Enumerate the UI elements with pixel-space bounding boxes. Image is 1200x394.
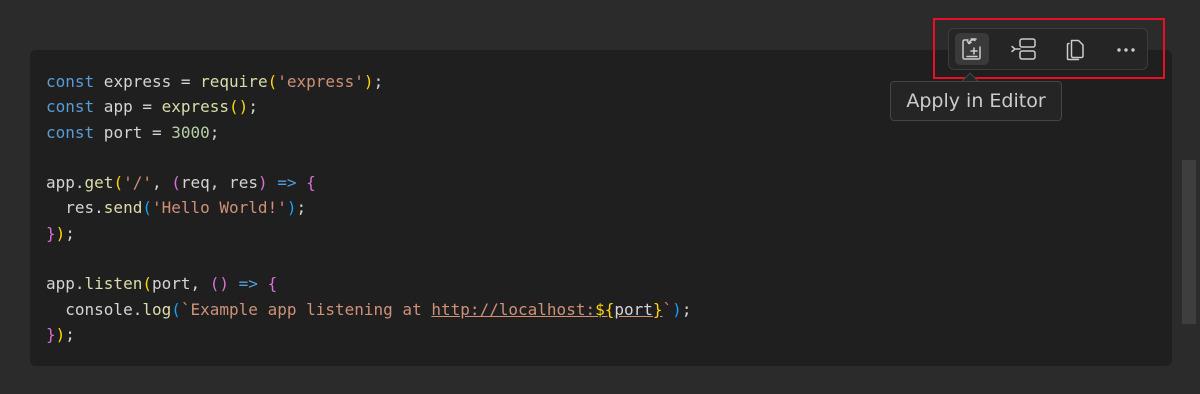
code-token: (	[142, 198, 152, 218]
code-line: const port = 3000;	[46, 120, 691, 145]
code-token: `	[662, 299, 673, 319]
code-token: ;	[373, 72, 384, 91]
apply-in-editor-icon	[962, 38, 981, 60]
code-line: const express = require('express');	[46, 69, 691, 94]
code-token: app.	[46, 274, 85, 294]
code-token: )	[363, 72, 374, 91]
ellipsis-icon	[1117, 48, 1135, 52]
code-token[interactable]: http://localhost:	[431, 300, 595, 319]
code-line: app.get('/', (req, res) => {	[46, 170, 691, 195]
vertical-scrollbar[interactable]	[1182, 160, 1196, 324]
apply-in-editor-tooltip: Apply in Editor	[890, 81, 1062, 121]
apply-in-editor-button[interactable]	[955, 33, 989, 65]
code-line: const app = express();	[46, 94, 691, 119]
code-token: (	[171, 299, 181, 319]
code-token: =>	[277, 173, 297, 193]
chat-code-block-view: const express = require('express'); const…	[0, 0, 1200, 394]
code-token: )	[55, 223, 66, 243]
code-token: get	[84, 173, 114, 193]
code-token: ;	[65, 324, 75, 344]
code-token: const	[46, 72, 95, 91]
copy-button[interactable]	[1059, 33, 1093, 65]
code-token: const	[46, 97, 95, 117]
code-line: app.listen(port, () => {	[46, 271, 691, 296]
code-token: (	[171, 173, 181, 193]
code-token: )	[55, 324, 66, 344]
code-token: port =	[94, 122, 172, 142]
code-token: 3000	[171, 122, 210, 142]
code-token: port,	[151, 274, 210, 294]
code-token: express =	[94, 72, 201, 91]
code-token: ;	[248, 97, 258, 117]
code-token: require	[200, 72, 268, 91]
code-block-toolbar	[948, 28, 1148, 70]
code-token: )	[257, 173, 268, 193]
code-token: log	[142, 299, 172, 319]
insert-at-cursor-button[interactable]	[1007, 33, 1041, 65]
code-line: });	[46, 221, 691, 246]
code-content[interactable]: const express = require('express'); const…	[46, 69, 691, 347]
code-token: 'express'	[277, 72, 364, 91]
code-token: `Example app listening at	[180, 299, 432, 319]
code-token: }	[46, 223, 56, 243]
code-token: )	[672, 299, 682, 319]
code-token: ()	[229, 97, 249, 117]
code-token: }	[46, 324, 56, 344]
copy-icon	[1066, 39, 1084, 61]
code-token: listen	[84, 274, 143, 294]
code-token: req, res	[180, 173, 258, 193]
more-actions-button[interactable]	[1109, 33, 1143, 65]
code-token: ,	[151, 173, 172, 193]
code-line: res.send('Hello World!');	[46, 195, 691, 220]
code-token: ;	[296, 198, 307, 218]
code-token: ()	[209, 274, 230, 294]
code-token: (	[113, 173, 124, 193]
code-line: });	[46, 322, 691, 347]
code-token: }	[652, 299, 663, 319]
code-token: send	[103, 198, 143, 218]
code-token: '/'	[123, 173, 152, 193]
code-token: =>	[238, 274, 258, 294]
code-token: {	[267, 274, 278, 294]
code-token: (	[142, 274, 152, 294]
code-token: app.	[46, 173, 85, 193]
code-token: ;	[681, 299, 692, 319]
code-token: ${	[595, 299, 615, 319]
code-token: res.	[46, 198, 104, 218]
code-token: port	[614, 299, 653, 319]
code-token: ;	[65, 223, 75, 243]
code-token: 'Hello World!'	[151, 198, 287, 218]
code-token: const	[46, 122, 95, 142]
code-token: (	[267, 72, 278, 91]
code-token: ;	[209, 122, 220, 142]
code-token: express	[161, 97, 230, 117]
code-token: app =	[94, 97, 162, 117]
insert-at-cursor-icon	[1011, 38, 1036, 60]
code-token: {	[306, 173, 316, 193]
code-token: console.	[46, 299, 143, 319]
code-line: console.log(`Example app listening at ht…	[46, 297, 691, 322]
